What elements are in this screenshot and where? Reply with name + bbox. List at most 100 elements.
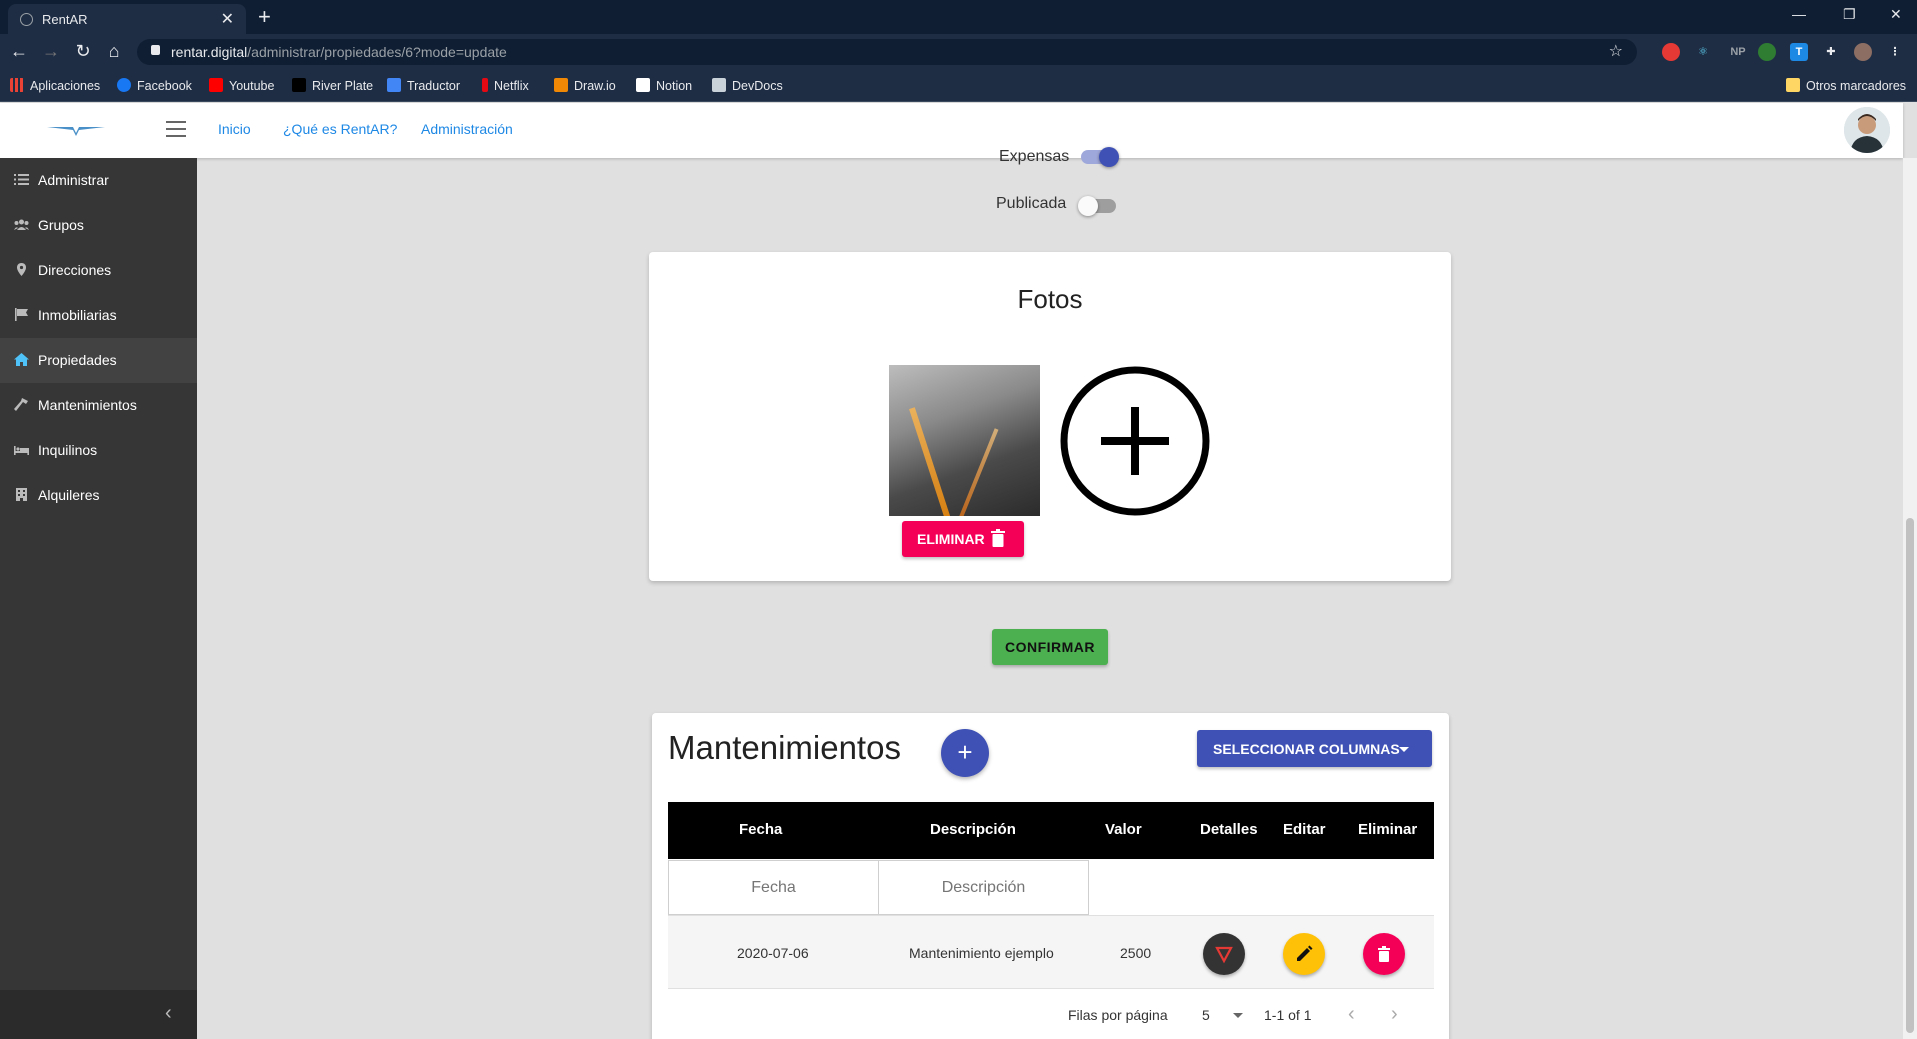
np-extension-icon[interactable]: NP	[1726, 43, 1750, 61]
menu-hamburger-icon[interactable]	[166, 121, 186, 137]
filter-row	[668, 859, 1434, 916]
bookmark-apps[interactable]: Aplicaciones	[10, 78, 100, 93]
translate-extension-icon[interactable]: T	[1790, 43, 1808, 61]
nav-link-administracion[interactable]: Administración	[421, 121, 513, 137]
add-mantenimiento-button[interactable]: +	[941, 729, 989, 777]
back-icon[interactable]: ←	[8, 41, 30, 62]
netflix-icon	[482, 78, 488, 92]
confirm-button[interactable]: CONFIRMAR	[992, 629, 1108, 665]
user-avatar[interactable]	[1844, 107, 1890, 153]
cell-valor: 2500	[1120, 945, 1152, 961]
bookmark-traductor[interactable]: Traductor	[387, 78, 460, 93]
sidebar-collapse[interactable]: ‹	[0, 990, 197, 1039]
bookmark-label: Netflix	[494, 79, 529, 93]
forward-icon[interactable]: →	[40, 41, 62, 62]
river-plate-icon	[292, 78, 306, 92]
scrollbar-thumb[interactable]	[1906, 518, 1914, 1033]
hammer-icon	[14, 398, 28, 411]
delete-row-button[interactable]	[1363, 933, 1405, 975]
bookmark-youtube[interactable]: Youtube	[209, 78, 274, 93]
menu-kebab-icon[interactable]: ⋮	[1886, 43, 1904, 61]
table-pagination: Filas por página 5 1-1 of 1 ‹ ›	[668, 989, 1434, 1039]
bookmark-river-plate[interactable]: River Plate	[292, 78, 373, 93]
sidebar-item-mantenimientos[interactable]: Mantenimientos	[0, 383, 197, 428]
sidebar-item-inmobiliarias[interactable]: Inmobiliarias	[0, 293, 197, 338]
next-page-icon[interactable]: ›	[1391, 1003, 1398, 1026]
trash-icon	[1378, 946, 1390, 962]
browser-toolbar: ← → ↻ ⌂ rentar.digital/administrar/propi…	[0, 34, 1917, 70]
sidebar-item-label: Mantenimientos	[38, 397, 137, 413]
nav-link-inicio[interactable]: Inicio	[218, 121, 251, 137]
bookmark-facebook[interactable]: Facebook	[117, 78, 192, 93]
page-scrollbar[interactable]	[1903, 158, 1917, 1039]
select-columns-button[interactable]: SELECCIONAR COLUMNAS	[1197, 730, 1432, 767]
trash-icon	[991, 529, 1005, 547]
reload-icon[interactable]: ↻	[72, 41, 94, 62]
rentar-logo[interactable]	[45, 121, 107, 137]
sidebar-item-direcciones[interactable]: Direcciones	[0, 248, 197, 293]
delete-photo-label: ELIMINAR	[917, 531, 985, 547]
descripcion-filter-input[interactable]	[878, 860, 1089, 915]
extension-green-icon[interactable]	[1758, 43, 1776, 61]
cell-descripcion: Mantenimiento ejemplo	[909, 945, 1054, 961]
profile-icon[interactable]	[1854, 43, 1872, 61]
sidebar-item-propiedades[interactable]: Propiedades	[0, 338, 197, 383]
toggle-knob	[1078, 196, 1098, 216]
sidebar: Administrar Grupos Direcciones Inmobilia…	[0, 158, 197, 1039]
bookmark-devdocs[interactable]: DevDocs	[712, 78, 783, 93]
browser-tab[interactable]: RentAR ✕	[8, 4, 246, 34]
address-bar[interactable]: rentar.digital/administrar/propiedades/6…	[137, 39, 1637, 65]
bookmark-label: DevDocs	[732, 79, 783, 93]
url-path: /administrar/propiedades/6?mode=update	[247, 44, 507, 60]
sidebar-item-label: Direcciones	[38, 262, 112, 278]
close-window-icon[interactable]: ✕	[1890, 6, 1902, 23]
column-header-detalles: Detalles	[1200, 821, 1258, 838]
building-icon	[16, 488, 27, 501]
publicada-toggle[interactable]	[1078, 196, 1116, 216]
bookmark-label: Otros marcadores	[1806, 79, 1907, 93]
bookmark-drawio[interactable]: Draw.io	[554, 78, 616, 93]
sidebar-item-label: Inmobiliarias	[38, 307, 117, 323]
extensions-puzzle-icon[interactable]: ✚	[1822, 43, 1840, 61]
browser-tabbar: RentAR ✕ + — ❐ ✕	[0, 0, 1917, 34]
pencil-icon	[1297, 945, 1313, 961]
rows-per-page-select[interactable]: 5	[1202, 1007, 1210, 1023]
restore-icon[interactable]: ❐	[1843, 6, 1856, 23]
sidebar-item-grupos[interactable]: Grupos	[0, 203, 197, 248]
close-tab-icon[interactable]: ✕	[221, 9, 234, 29]
react-devtools-icon[interactable]: ⚛	[1694, 43, 1712, 61]
group-icon	[14, 219, 29, 230]
bookmark-netflix[interactable]: Netflix	[482, 78, 529, 93]
bookmark-other[interactable]: Otros marcadores	[1786, 78, 1906, 93]
sidebar-item-inquilinos[interactable]: Inquilinos	[0, 428, 197, 473]
bookmark-label: Traductor	[407, 79, 461, 93]
column-header-valor[interactable]: Valor	[1105, 821, 1142, 838]
delete-photo-button[interactable]: ELIMINAR	[902, 521, 1024, 557]
bed-icon	[14, 446, 29, 455]
sidebar-item-administrar[interactable]: Administrar	[0, 158, 197, 203]
sidebar-item-label: Inquilinos	[38, 442, 98, 458]
bookmark-star-icon[interactable]: ☆	[1609, 41, 1623, 61]
extension-red-icon[interactable]	[1662, 43, 1680, 61]
bookmark-notion[interactable]: Notion	[636, 78, 692, 93]
expensas-toggle[interactable]	[1081, 147, 1119, 167]
caret-down-icon[interactable]	[1233, 1013, 1243, 1018]
home-icon[interactable]: ⌂	[103, 41, 125, 62]
chevron-left-icon[interactable]: ‹	[165, 1002, 172, 1025]
column-header-fecha[interactable]: Fecha	[739, 821, 782, 838]
app-header: Inicio ¿Qué es RentAR? Administración	[0, 103, 1903, 158]
edit-button[interactable]	[1283, 933, 1325, 975]
new-tab-icon[interactable]: +	[258, 4, 271, 30]
fecha-filter-input[interactable]	[668, 860, 879, 915]
column-header-descripcion[interactable]: Descripción	[930, 821, 1016, 838]
add-photo-icon[interactable]	[1059, 365, 1211, 517]
nav-link-que-es-rentar[interactable]: ¿Qué es RentAR?	[283, 121, 397, 137]
minimize-icon[interactable]: —	[1792, 6, 1806, 22]
drawio-icon	[554, 78, 568, 92]
details-button[interactable]	[1203, 933, 1245, 975]
prev-page-icon[interactable]: ‹	[1348, 1003, 1355, 1026]
bookmark-label: River Plate	[312, 79, 374, 93]
sidebar-item-alquileres[interactable]: Alquileres	[0, 473, 197, 518]
devdocs-icon	[712, 78, 726, 92]
bookmark-label: Facebook	[137, 79, 192, 93]
